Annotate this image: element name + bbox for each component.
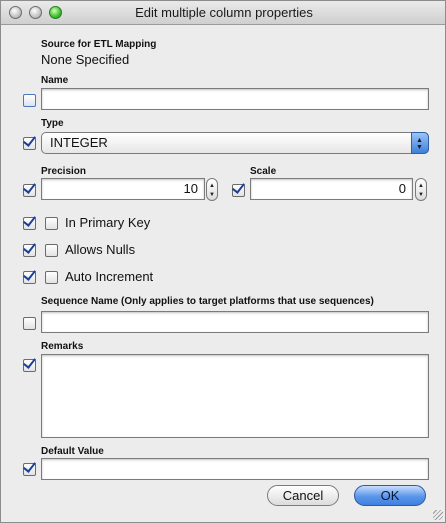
scale-field[interactable]: 0: [250, 178, 413, 200]
allows-nulls-label: Allows Nulls: [65, 242, 136, 257]
name-field[interactable]: [41, 88, 429, 110]
remarks-textarea[interactable]: [41, 354, 429, 438]
type-selected-value: INTEGER: [50, 135, 108, 150]
scale-apply-checkbox[interactable]: [232, 184, 245, 197]
auto-increment-checkbox[interactable]: [45, 271, 58, 284]
default-value-field[interactable]: [41, 458, 429, 480]
scale-label: Scale: [250, 166, 277, 177]
precision-apply-checkbox[interactable]: [23, 184, 36, 197]
allows-nulls-checkbox[interactable]: [45, 244, 58, 257]
stepper-up-icon: ▲: [418, 183, 424, 189]
primary-key-label: In Primary Key: [65, 215, 151, 230]
auto-increment-label: Auto Increment: [65, 269, 154, 284]
type-select[interactable]: INTEGER ▲ ▼: [41, 132, 429, 154]
source-value: None Specified: [41, 52, 130, 67]
default-value-apply-checkbox[interactable]: [23, 463, 36, 476]
precision-label: Precision: [41, 166, 87, 177]
name-apply-checkbox[interactable]: [23, 94, 36, 107]
type-label: Type: [41, 118, 64, 129]
remarks-apply-checkbox[interactable]: [23, 359, 36, 372]
stepper-down-icon: ▼: [209, 192, 215, 198]
default-value-label: Default Value: [41, 446, 104, 457]
title-bar: Edit multiple column properties: [1, 1, 445, 25]
source-label: Source for ETL Mapping: [41, 39, 157, 50]
sequence-label: Sequence Name (Only applies to target pl…: [41, 296, 374, 307]
name-label: Name: [41, 75, 69, 86]
stepper-up-icon: ▲: [209, 183, 215, 189]
sequence-apply-checkbox[interactable]: [23, 317, 36, 330]
cancel-button[interactable]: Cancel: [267, 485, 339, 506]
primary-key-checkbox[interactable]: [45, 217, 58, 230]
dialog-window: Edit multiple column properties Source f…: [0, 0, 446, 523]
precision-field[interactable]: 10: [41, 178, 205, 200]
window-title: Edit multiple column properties: [135, 5, 313, 20]
primary-key-apply-checkbox[interactable]: [23, 217, 36, 230]
stepper-down-icon: ▼: [418, 192, 424, 198]
type-apply-checkbox[interactable]: [23, 137, 36, 150]
scale-stepper[interactable]: ▲ ▼: [415, 178, 427, 201]
remarks-label: Remarks: [41, 341, 84, 352]
precision-stepper[interactable]: ▲ ▼: [206, 178, 218, 201]
ok-button[interactable]: OK: [354, 485, 426, 506]
resize-grip-icon[interactable]: [433, 510, 443, 520]
allows-nulls-apply-checkbox[interactable]: [23, 244, 36, 257]
select-arrows-icon: ▲ ▼: [411, 132, 429, 154]
sequence-field[interactable]: [41, 311, 429, 333]
auto-increment-apply-checkbox[interactable]: [23, 271, 36, 284]
